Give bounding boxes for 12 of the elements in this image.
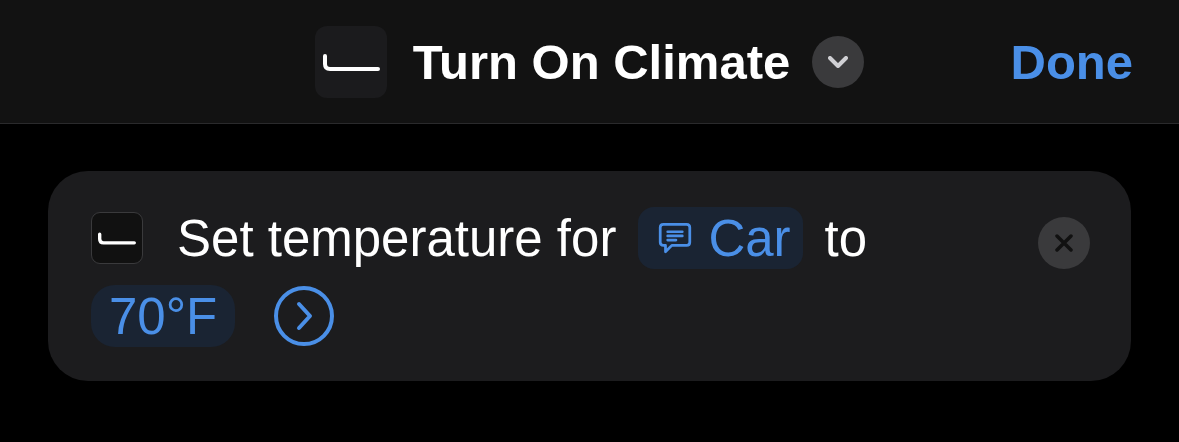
app-icon xyxy=(314,25,387,98)
close-icon xyxy=(1055,234,1073,252)
app-icon xyxy=(91,212,143,264)
chevron-down-icon xyxy=(828,55,849,68)
chevron-right-icon xyxy=(273,285,336,347)
action-text: to xyxy=(824,208,868,268)
expand-button[interactable] xyxy=(273,285,336,347)
shortcut-title[interactable]: Turn On Climate xyxy=(412,33,791,90)
action-text: Set temperature for xyxy=(177,208,617,268)
variable-token[interactable]: Car xyxy=(638,207,803,269)
temperature-token[interactable]: 70°F xyxy=(91,285,236,347)
done-button[interactable]: Done xyxy=(1010,33,1133,90)
